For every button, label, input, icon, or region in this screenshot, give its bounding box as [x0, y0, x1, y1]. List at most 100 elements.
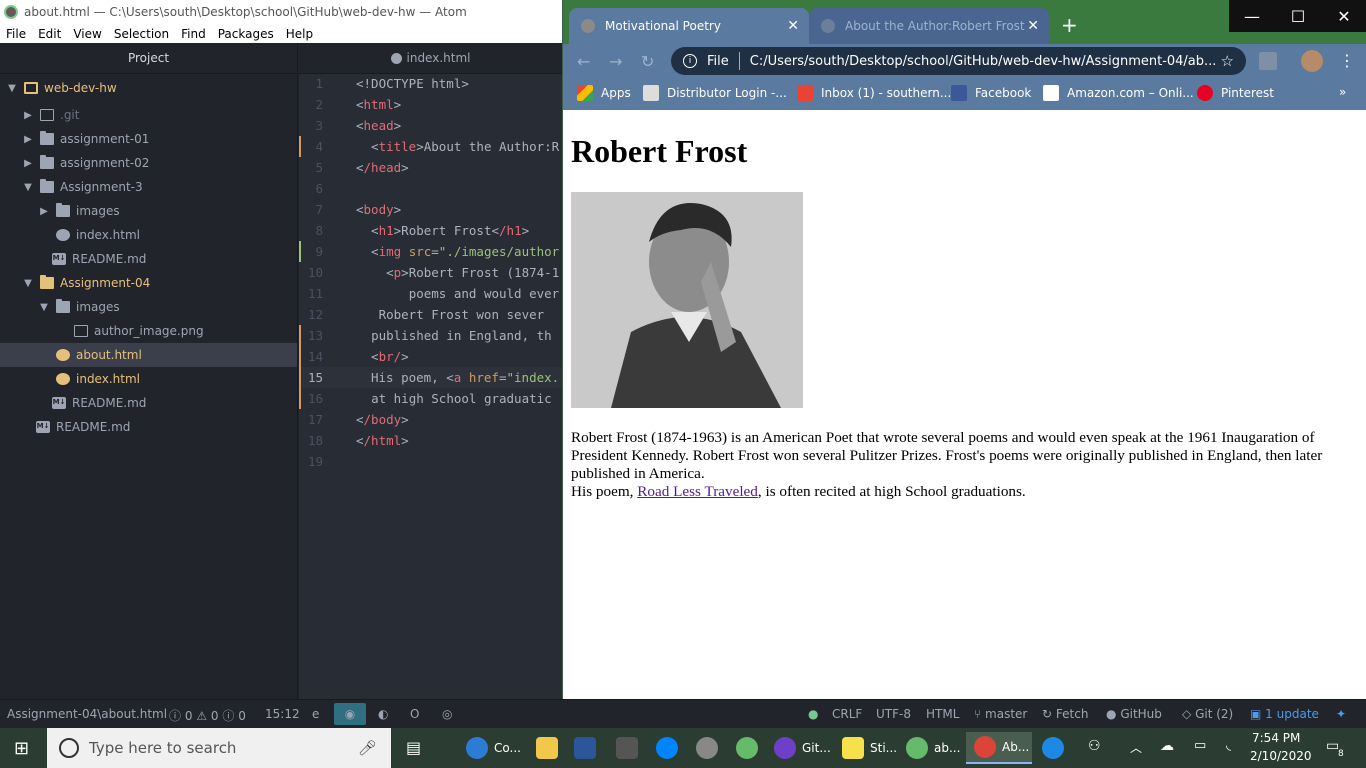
clock-time[interactable]: 7:54 PM — [1252, 731, 1300, 745]
editor-tab-index-html[interactable]: index.html — [299, 43, 562, 74]
taskbar-chrome[interactable]: Ab... — [966, 732, 1032, 764]
bookmark-amazon[interactable]: Amazon.com – Onli... — [1043, 85, 1194, 101]
menu-edit[interactable]: Edit — [32, 27, 67, 41]
tree-item-index-html[interactable]: index.html — [0, 223, 297, 247]
extension-icon[interactable] — [1259, 52, 1277, 70]
star-icon[interactable]: ☆ — [1221, 52, 1234, 70]
taskbar-settings[interactable] — [696, 732, 724, 764]
status-updates[interactable]: ▣ 1 update — [1250, 707, 1319, 721]
code-string: "./images/author — [438, 244, 560, 259]
bookmarks-overflow[interactable]: » — [1339, 85, 1346, 99]
edge-icon[interactable]: e — [312, 707, 319, 721]
status-diagnostics[interactable]: ⓘ 0 ⚠ 0 ⓘ 0 — [169, 707, 246, 724]
maximize-icon[interactable]: ☐ — [1275, 0, 1321, 32]
taskbar-file-explorer[interactable] — [536, 732, 564, 764]
tree-item-readme[interactable]: M↓ README.md — [0, 247, 297, 271]
tree-item-root-readme[interactable]: M↓ README.md — [0, 415, 297, 439]
taskbar-calculator[interactable] — [616, 732, 644, 764]
menu-packages[interactable]: Packages — [212, 27, 280, 41]
status-cursor-position[interactable]: 15:12 — [265, 707, 300, 721]
bookmark-apps[interactable]: Apps — [577, 85, 631, 101]
tree-item-web-dev-hw[interactable]: ▼ web-dev-hw — [0, 76, 297, 100]
status-line-ending[interactable]: CRLF — [832, 707, 862, 721]
more-menu-icon[interactable]: ⋮ — [1339, 51, 1355, 70]
close-tab-icon[interactable]: ✕ — [1027, 18, 1039, 34]
bookmark-inbox[interactable]: Inbox (1) - southern... — [797, 85, 951, 101]
menu-selection[interactable]: Selection — [108, 27, 175, 41]
menu-view[interactable]: View — [67, 27, 107, 41]
info-icon[interactable]: i — [683, 54, 697, 68]
menu-find[interactable]: Find — [175, 27, 212, 41]
taskbar-sticky-notes[interactable]: Sti... — [842, 732, 897, 764]
folder-icon — [40, 275, 54, 289]
tree-item-assignment-3[interactable]: ▼ Assignment-3 — [0, 175, 297, 199]
wifi-icon[interactable]: ◟ — [1226, 738, 1231, 753]
taskbar-help[interactable] — [1042, 732, 1070, 764]
status-git[interactable]: ◇ Git (2) — [1182, 707, 1233, 721]
road-less-traveled-link[interactable]: Road Less Traveled — [637, 483, 758, 500]
battery-icon[interactable]: ▭ — [1194, 738, 1206, 753]
minimize-icon[interactable]: — — [1229, 0, 1275, 32]
safari-preview-icon[interactable]: ◎ — [442, 707, 452, 721]
taskbar-atom-about[interactable]: ab... — [906, 732, 960, 764]
menu-file[interactable]: File — [0, 27, 32, 41]
back-icon[interactable]: ← — [577, 52, 590, 71]
tree-item-git[interactable]: ▶ .git — [0, 103, 297, 127]
tree-item-label: .git — [60, 108, 80, 122]
status-dot-icon: ● — [808, 707, 819, 721]
status-grammar[interactable]: HTML — [926, 707, 959, 721]
avatar[interactable] — [1301, 50, 1323, 72]
tab-about-the-author[interactable]: About the Author:Robert Frost ✕ — [809, 8, 1049, 44]
people-icon[interactable]: ⚇ — [1088, 738, 1101, 754]
code-text: at high School graduatic — [371, 391, 552, 406]
close-tab-icon[interactable]: ✕ — [787, 18, 799, 34]
line-number: 2 — [315, 97, 323, 112]
bookmark-facebook[interactable]: Facebook — [951, 85, 1031, 101]
line-number: 7 — [315, 202, 323, 217]
status-github[interactable]: ● GitHub — [1106, 707, 1162, 721]
taskbar-app-label: Co... — [494, 741, 521, 755]
opera-preview-icon[interactable]: O — [410, 707, 419, 721]
taskbar-edge[interactable]: Co... — [466, 732, 521, 764]
bookmark-pinterest[interactable]: Pinterest — [1197, 85, 1274, 101]
code-editor[interactable]: index.html 1 <!DOCTYPE html> 2 <html> 3 <he… — [299, 43, 562, 699]
taskbar-word[interactable] — [574, 732, 602, 764]
new-tab-icon[interactable]: + — [1061, 13, 1078, 37]
tree-item-images[interactable]: ▶ images — [0, 199, 297, 223]
onedrive-icon[interactable]: ☁ — [1160, 738, 1174, 754]
bookmark-distributor-login[interactable]: Distributor Login -... — [643, 85, 787, 101]
tree-item-label: Assignment-04 — [60, 276, 151, 290]
status-encoding[interactable]: UTF-8 — [876, 707, 911, 721]
windows-start-icon[interactable]: ⊞ — [14, 738, 29, 759]
firefox-preview-icon[interactable]: ◐ — [378, 707, 388, 721]
reload-icon[interactable]: ↻ — [641, 52, 654, 71]
tree-item-assignment-01[interactable]: ▶ assignment-01 — [0, 127, 297, 151]
taskbar-messenger[interactable] — [656, 732, 684, 764]
status-fetch[interactable]: ↻ Fetch — [1042, 707, 1088, 721]
tree-item-assignment-02[interactable]: ▶ assignment-02 — [0, 151, 297, 175]
forward-icon[interactable]: → — [609, 52, 622, 71]
status-file-path[interactable]: Assignment-04\about.html — [7, 707, 167, 721]
line-number: 1 — [315, 76, 323, 91]
tree-item-author-image[interactable]: author_image.png — [0, 319, 297, 343]
close-window-icon[interactable]: ✕ — [1321, 0, 1366, 32]
tree-item-readme[interactable]: M↓ README.md — [0, 391, 297, 415]
menu-help[interactable]: Help — [280, 27, 319, 41]
task-view-icon[interactable]: ▤ — [406, 738, 421, 757]
tree-item-about-html[interactable]: about.html — [0, 343, 297, 367]
microphone-icon[interactable]: 🎤︎ — [358, 739, 377, 757]
taskbar-github-desktop[interactable]: Git... — [774, 732, 831, 764]
clock-date[interactable]: 2/10/2020 — [1250, 749, 1312, 763]
tree-item-assignment-04[interactable]: ▼ Assignment-04 — [0, 271, 297, 295]
chevron-up-icon[interactable]: ︿ — [1130, 739, 1142, 756]
address-bar[interactable]: i File C:/Users/south/Desktop/school/Git… — [671, 47, 1246, 75]
tab-motivational-poetry[interactable]: Motivational Poetry ✕ — [569, 8, 809, 44]
tree-item-images[interactable]: ▼ images — [0, 295, 297, 319]
taskbar-atom[interactable] — [736, 732, 764, 764]
tree-item-index-html[interactable]: index.html — [0, 367, 297, 391]
chrome-preview-icon[interactable]: ◉ — [334, 703, 366, 725]
status-branch[interactable]: ⑂ master — [974, 707, 1027, 721]
line-number: 16 — [307, 391, 323, 406]
squirrel-icon[interactable]: ✦ — [1336, 707, 1346, 721]
taskbar-search[interactable]: Type here to search 🎤︎ — [47, 728, 391, 768]
